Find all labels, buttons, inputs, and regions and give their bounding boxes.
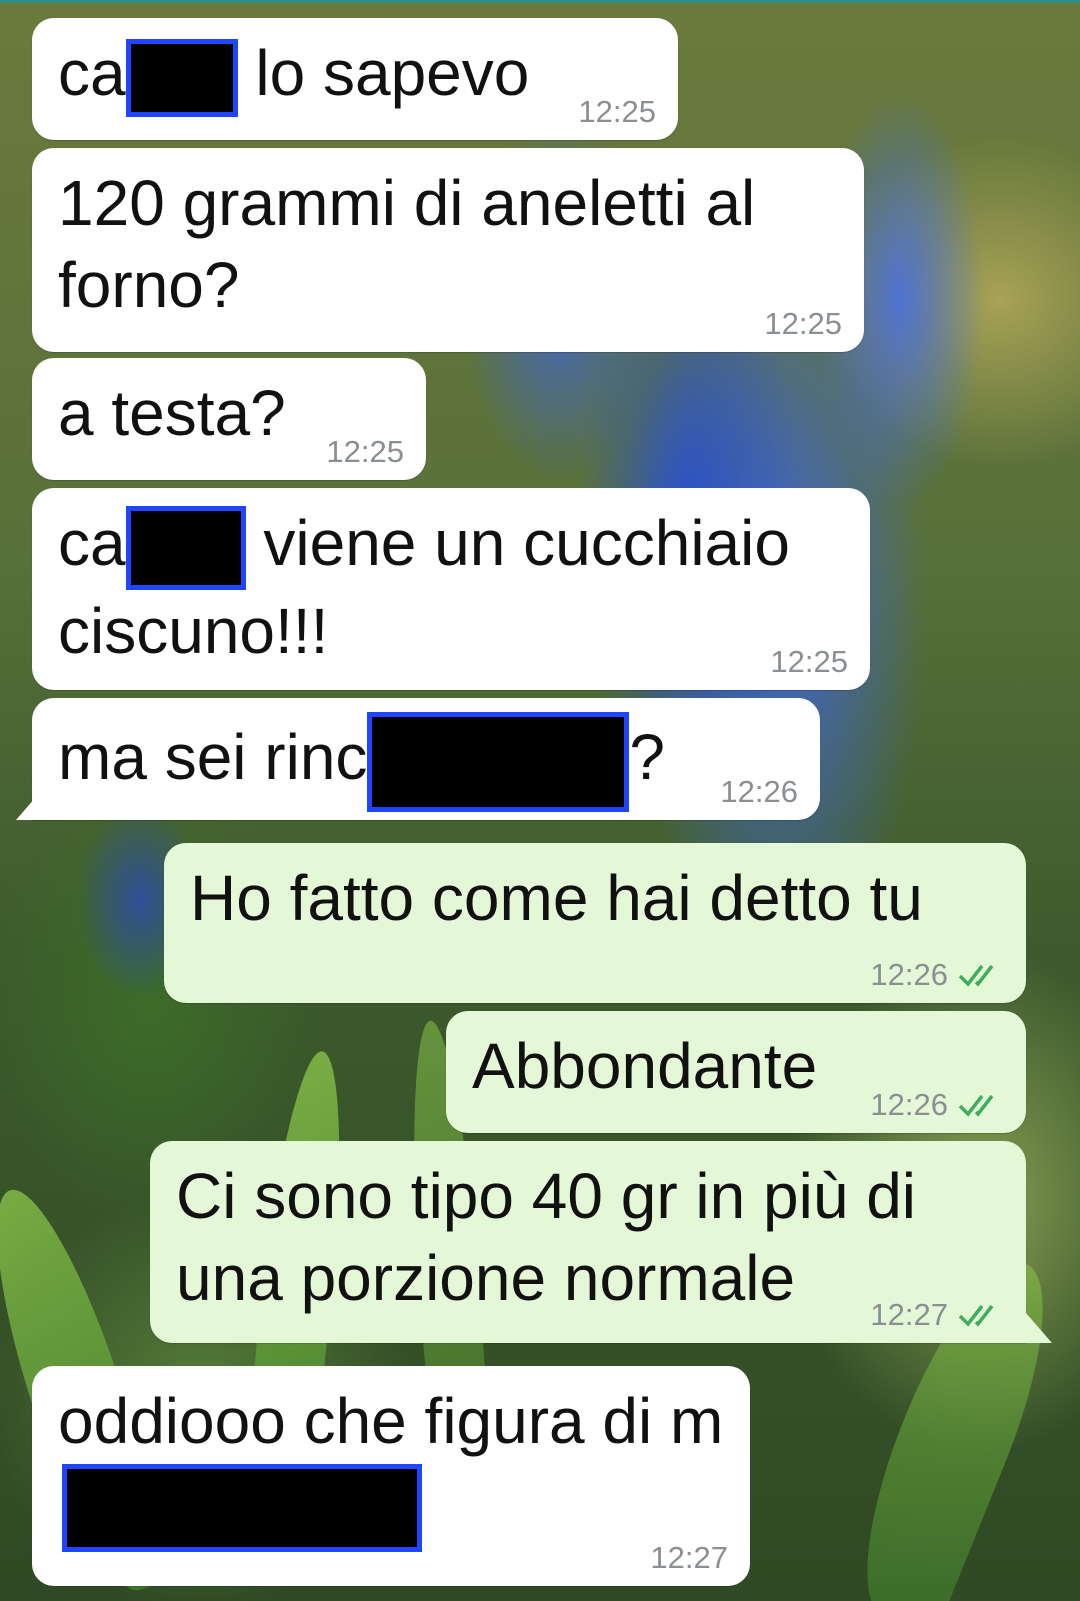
- message-list[interactable]: ca lo sapevo 12:25 120 grammi di anelett…: [0, 0, 1080, 1601]
- redaction-box: [62, 1464, 422, 1553]
- message-time: 12:26: [870, 1087, 1004, 1123]
- message-time: 12:25: [326, 434, 404, 469]
- message-time: 12:25: [578, 94, 656, 129]
- redaction-box: [125, 506, 246, 591]
- message-time: 12:25: [770, 644, 848, 679]
- message-time: 12:25: [764, 306, 842, 341]
- incoming-message[interactable]: a testa? 12:25: [32, 358, 426, 480]
- message-text: 120 grammi di aneletti al forno?: [58, 167, 756, 321]
- redaction-box: [367, 712, 630, 812]
- double-check-icon: [958, 964, 994, 987]
- incoming-message[interactable]: ca viene un cucchiaio ciscuno!!! 12:25: [32, 488, 870, 690]
- message-text: ma sei rinc?: [58, 712, 665, 812]
- message-time: 12:26: [720, 774, 798, 809]
- redaction-box: [125, 39, 238, 118]
- incoming-message[interactable]: ca lo sapevo 12:25: [32, 18, 678, 140]
- double-check-icon: [958, 1304, 994, 1327]
- message-text: oddiooo che figura di m: [58, 1385, 723, 1553]
- message-text: ca lo sapevo: [58, 37, 529, 118]
- incoming-message[interactable]: 120 grammi di aneletti al forno? 12:25: [32, 148, 864, 352]
- bubble-tail: [1026, 1313, 1052, 1343]
- outgoing-message[interactable]: Ho fatto come hai detto tu 12:26: [164, 843, 1026, 1003]
- incoming-message[interactable]: oddiooo che figura di m 12:27: [32, 1366, 750, 1586]
- message-text: Ho fatto come hai detto tu: [190, 862, 923, 934]
- message-time: 12:26: [870, 957, 1004, 993]
- message-text: Ci sono tipo 40 gr in più di una porzion…: [176, 1160, 916, 1314]
- double-check-icon: [958, 1094, 994, 1117]
- message-text: Abbondante: [472, 1030, 818, 1102]
- message-text: ca viene un cucchiaio ciscuno!!!: [58, 506, 790, 668]
- message-time: 12:27: [650, 1540, 728, 1575]
- message-time: 12:27: [870, 1297, 1004, 1333]
- outgoing-message[interactable]: Abbondante 12:26: [446, 1011, 1026, 1133]
- message-text: a testa?: [58, 377, 286, 449]
- outgoing-message[interactable]: Ci sono tipo 40 gr in più di una porzion…: [150, 1141, 1026, 1343]
- incoming-message[interactable]: ma sei rinc? 12:26: [32, 698, 820, 820]
